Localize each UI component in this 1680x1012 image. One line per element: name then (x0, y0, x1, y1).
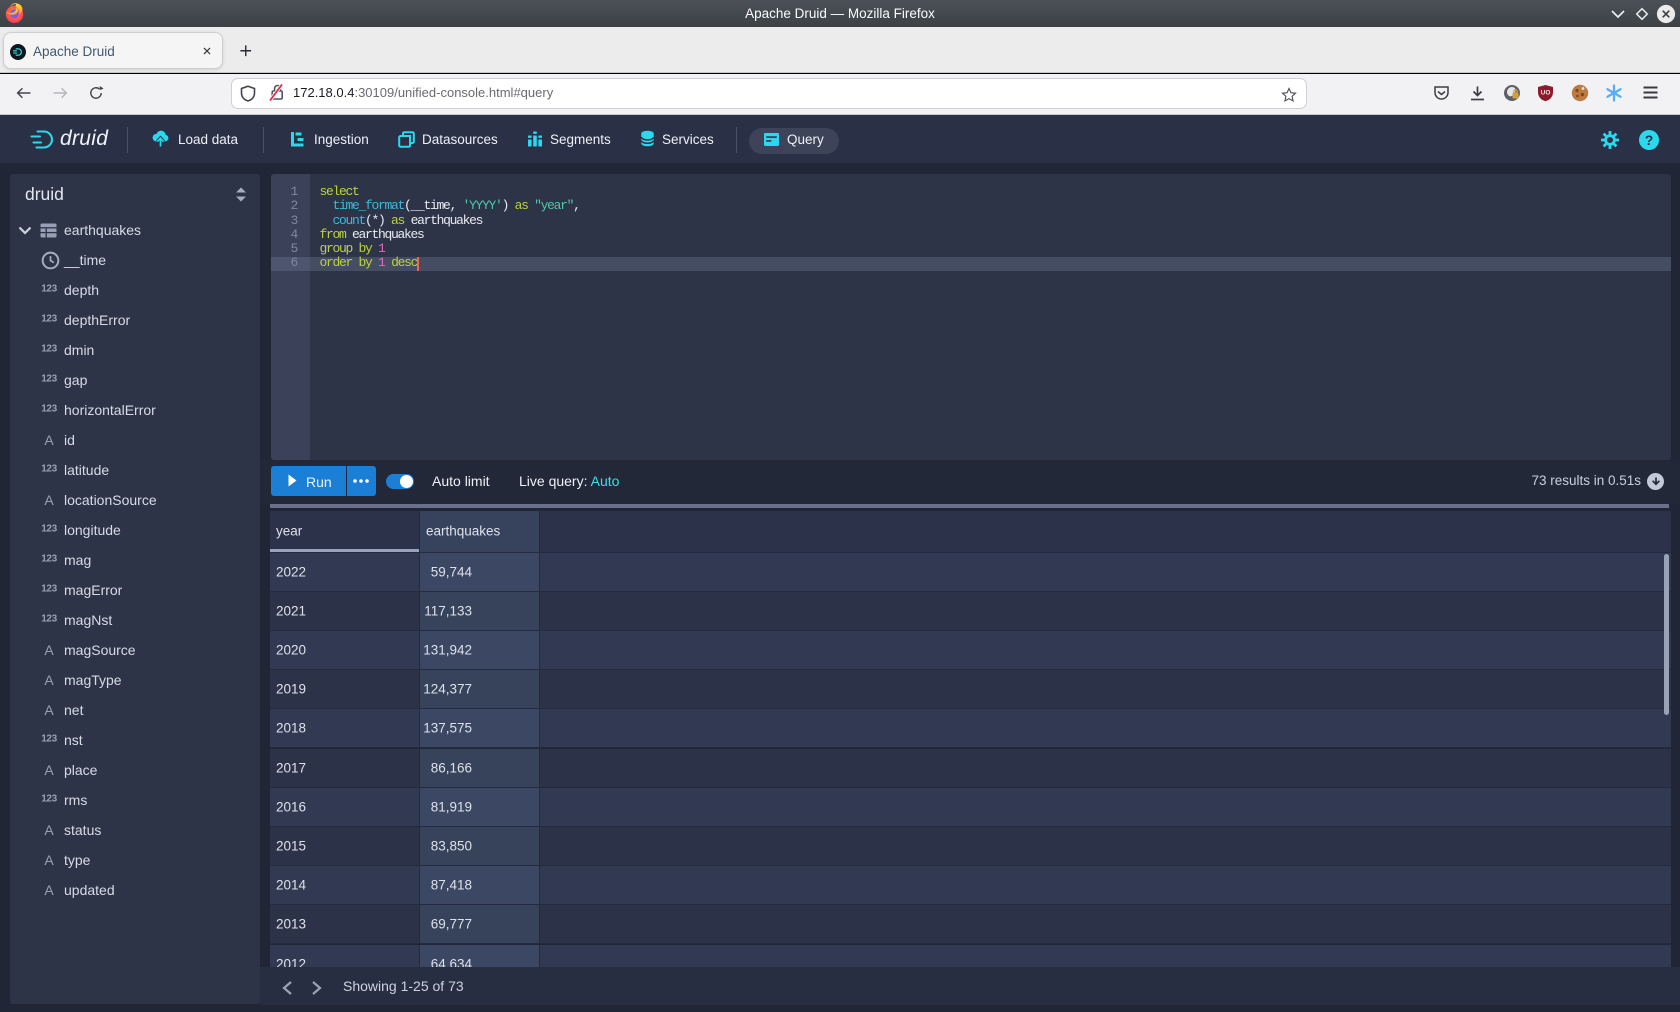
svg-text:UO: UO (1541, 90, 1551, 97)
